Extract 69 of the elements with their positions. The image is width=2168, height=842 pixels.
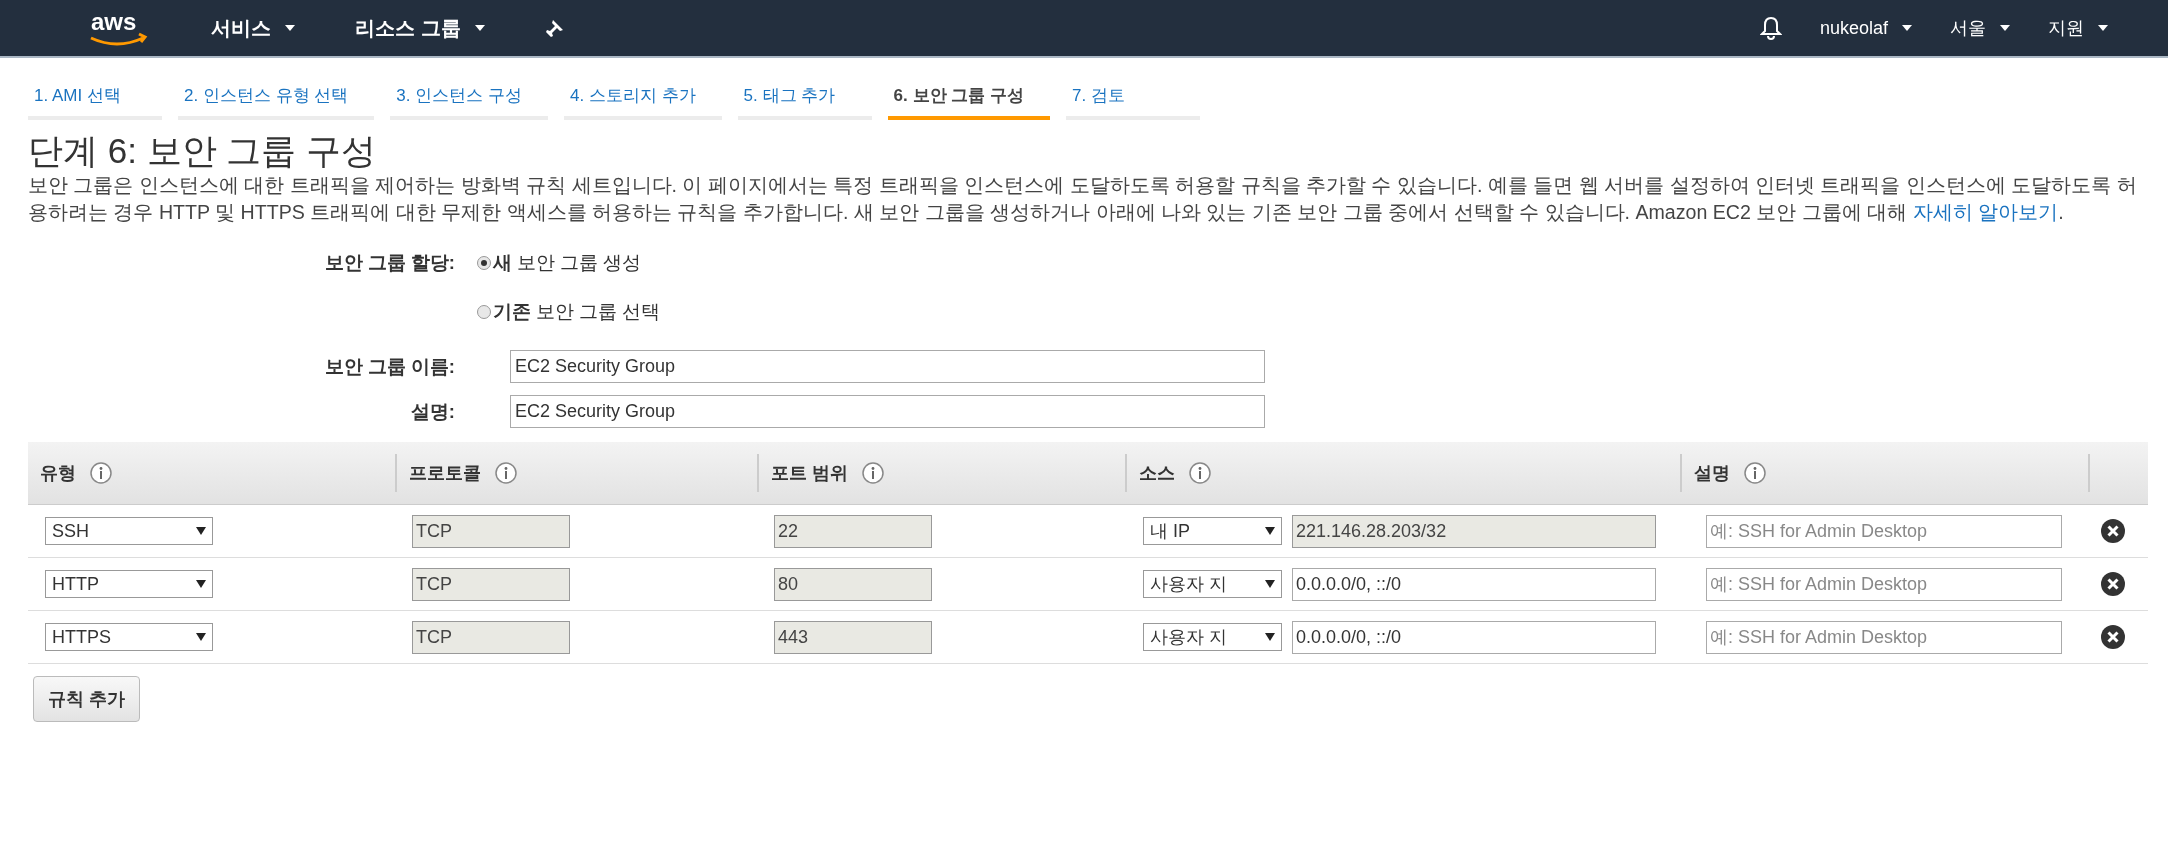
learn-more-link[interactable]: 자세히 알아보기 xyxy=(1912,201,2059,223)
wizard-step-tab[interactable]: 7. 검토 xyxy=(1065,78,1200,120)
info-icon[interactable] xyxy=(90,462,112,484)
caret-icon xyxy=(2000,25,2010,31)
radio-button[interactable] xyxy=(477,255,491,270)
region-menu[interactable]: 서울 xyxy=(1950,16,2010,40)
wizard-step-tab[interactable]: 5. 태그 추가 xyxy=(737,78,872,120)
info-icon[interactable] xyxy=(495,462,517,484)
caret-icon xyxy=(1902,25,1912,31)
dropdown-arrow-icon xyxy=(196,580,206,588)
pin-icon[interactable] xyxy=(544,18,565,38)
column-header: 포트 범위 xyxy=(771,462,848,485)
remove-icon[interactable] xyxy=(2101,519,2125,543)
text-field[interactable]: 443 xyxy=(774,620,932,654)
wizard-step-tab[interactable]: 1. AMI 선택 xyxy=(28,78,162,120)
dropdown-arrow-icon xyxy=(196,633,206,641)
text-field[interactable]: EC2 Security Group xyxy=(510,350,1265,383)
text-field[interactable]: 예: SSH for Admin Desktop xyxy=(1706,514,2062,548)
wizard-step-tab[interactable]: 6. 보안 그룹 구성 xyxy=(887,78,1050,120)
field-label: 보안 그룹 할당: xyxy=(323,251,455,275)
info-icon[interactable] xyxy=(862,462,884,484)
page-title: 단계 6: 보안 그룹 구성 xyxy=(28,130,378,172)
field-label: 보안 그룹 이름: xyxy=(323,355,455,379)
column-header: 유형 xyxy=(40,462,76,485)
user-menu[interactable]: nukeolaf xyxy=(1819,17,1912,39)
remove-icon[interactable] xyxy=(2101,572,2125,596)
dropdown-arrow-icon xyxy=(1265,580,1275,588)
info-icon[interactable] xyxy=(1189,462,1211,484)
wizard-step-tab[interactable]: 2. 인스턴스 유형 선택 xyxy=(178,78,375,120)
text-field[interactable]: TCP xyxy=(412,567,570,601)
text-field[interactable]: 22 xyxy=(774,514,932,548)
radio-label[interactable]: 기존 보안 그룹 선택 xyxy=(493,299,661,324)
remove-icon[interactable] xyxy=(2101,625,2125,649)
description-paragraph: 보안 그룹은 인스턴스에 대한 트래픽을 제어하는 방화벽 규칙 세트입니다. 이 페이지에서는 특정 트래픽을 인스턴스에 도달하도록 허용할 규칙을 추가할 수 있습니다. 예를 들면 웹 서버를 설정하여 인터넷 트래픽을 인스턴스에 도달하도록 허용하려는 경우 HTTP 및 HTTPS 트래픽에 대한 무제한 액세스를 허용하는 규칙을 추가합니다. 새 보안 그룹을 생성하거나 아래에 나와 있는 기존 보안 그룹 중에서 선택할 수 있습니다. Amazon EC2 보안 그룹에 대해 자세히 알아보기. xyxy=(28,173,2138,225)
column-header: 설명 xyxy=(1694,462,1730,485)
dropdown[interactable]: 사용자 지 xyxy=(1143,623,1282,651)
column-header: 프로토콜 xyxy=(409,462,481,485)
text-field[interactable]: 0.0.0.0/0, ::/0 xyxy=(1292,620,1656,654)
text-field[interactable]: 0.0.0.0/0, ::/0 xyxy=(1292,567,1656,601)
caret-icon xyxy=(2098,25,2108,31)
dropdown-arrow-icon xyxy=(1265,633,1275,641)
column-header: 소스 xyxy=(1139,462,1175,485)
dropdown[interactable]: 내 IP xyxy=(1143,517,1282,545)
text-field[interactable]: TCP xyxy=(412,620,570,654)
caret-icon xyxy=(474,25,485,31)
text-field[interactable]: 예: SSH for Admin Desktop xyxy=(1706,567,2062,601)
caret-icon xyxy=(285,25,295,31)
info-icon[interactable] xyxy=(1744,462,1766,484)
wizard-step-tab[interactable]: 3. 인스턴스 구성 xyxy=(390,78,548,120)
dropdown[interactable]: SSH xyxy=(45,517,213,545)
aws-logo[interactable]: aws xyxy=(85,8,151,48)
nav-menu[interactable]: 서비스 xyxy=(211,14,295,42)
text-field[interactable]: 80 xyxy=(774,567,932,601)
dropdown[interactable]: 사용자 지 xyxy=(1143,570,1282,598)
radio-label[interactable]: 새 보안 그룹 생성 xyxy=(493,250,642,275)
dropdown[interactable]: HTTP xyxy=(45,570,213,598)
text-field[interactable]: EC2 Security Group xyxy=(510,395,1265,428)
field-label: 설명: xyxy=(409,400,455,424)
bell-icon[interactable] xyxy=(1759,16,1782,40)
nav-menu[interactable]: 리소스 그룹 xyxy=(355,14,485,42)
text-field[interactable]: 예: SSH for Admin Desktop xyxy=(1706,620,2062,654)
dropdown-arrow-icon xyxy=(196,527,206,535)
add-rule-button[interactable]: 규칙 추가 xyxy=(33,676,140,722)
radio-button[interactable] xyxy=(477,304,491,319)
dropdown-arrow-icon xyxy=(1265,527,1275,535)
dropdown[interactable]: HTTPS xyxy=(45,623,213,651)
text-field[interactable]: TCP xyxy=(412,514,570,548)
wizard-step-tab[interactable]: 4. 스토리지 추가 xyxy=(564,78,722,120)
support-menu[interactable]: 지원 xyxy=(2048,16,2108,40)
